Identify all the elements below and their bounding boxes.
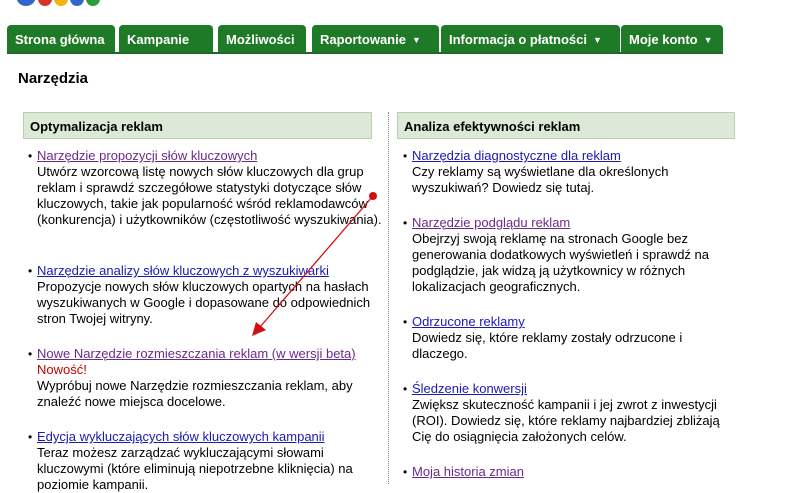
list-item: • Odrzucone reklamy Dowiedz się, które r… — [403, 314, 732, 362]
negative-keywords-link[interactable]: Edycja wykluczających słów kluczowych ka… — [37, 429, 325, 444]
column-divider — [388, 112, 389, 484]
bullet-icon: • — [403, 216, 408, 230]
item-description: Zwiększ skuteczność kampanii i jej zwrot… — [412, 397, 720, 444]
chevron-down-icon: ▼ — [592, 35, 602, 45]
search-keyword-analysis-tool-link[interactable]: Narzędzie analizy słów kluczowych z wysz… — [37, 263, 329, 278]
main-nav: Strona główna Kampanie Możliwości Raport… — [7, 25, 723, 54]
left-column-header: Optymalizacja reklam — [23, 112, 372, 139]
disapproved-ads-link[interactable]: Odrzucone reklamy — [412, 314, 525, 329]
bullet-icon: • — [403, 382, 408, 396]
item-description: Wypróbuj nowe Narzędzie rozmieszczania r… — [37, 378, 353, 409]
tab-billing[interactable]: Informacja o płatności ▼ — [441, 25, 620, 52]
bullet-icon: • — [403, 315, 408, 329]
item-description: Teraz możesz zarządzać wykluczającymi sł… — [37, 445, 353, 492]
tab-reporting[interactable]: Raportowanie ▼ — [312, 25, 439, 52]
list-item: • Narzędzie propozycji słów kluczowych U… — [28, 148, 382, 228]
chevron-down-icon: ▼ — [411, 35, 421, 45]
item-description: Utwórz wzorcową listę nowych słów kluczo… — [37, 164, 382, 227]
tab-label: Moje konto — [629, 32, 698, 47]
tab-my-account[interactable]: Moje konto ▼ — [621, 25, 723, 52]
bullet-icon: • — [28, 430, 33, 444]
tab-home[interactable]: Strona główna — [7, 25, 115, 52]
bullet-icon: • — [28, 149, 33, 163]
tab-label: Informacja o płatności — [449, 32, 587, 47]
tab-label: Raportowanie — [320, 32, 406, 47]
bullet-icon: • — [403, 149, 408, 163]
item-description: Dowiedz się, które reklamy zostały odrzu… — [412, 330, 683, 361]
keyword-suggestion-tool-link[interactable]: Narzędzie propozycji słów kluczowych — [37, 148, 257, 163]
list-item: • Narzędzie analizy słów kluczowych z wy… — [28, 263, 382, 327]
new-badge: Nowość! — [37, 362, 87, 377]
list-item: • Śledzenie konwersji Zwiększ skutecznoś… — [403, 381, 732, 445]
item-description: Czy reklamy są wyświetlane dla określony… — [412, 164, 669, 195]
list-item: • Moja historia zmian — [403, 464, 732, 480]
tab-opportunities[interactable]: Możliwości — [218, 25, 306, 52]
ad-diagnostic-tool-link[interactable]: Narzędzia diagnostyczne dla reklam — [412, 148, 621, 163]
google-logo — [16, 0, 116, 8]
list-item: • Nowe Narzędzie rozmieszczania reklam (… — [28, 346, 382, 410]
bullet-icon: • — [403, 465, 408, 479]
list-item: • Narzędzie podglądu reklam Obejrzyj swo… — [403, 215, 732, 295]
chevron-down-icon: ▼ — [703, 35, 713, 45]
conversion-tracking-link[interactable]: Śledzenie konwersji — [412, 381, 527, 396]
bullet-icon: • — [28, 347, 33, 361]
item-description: Propozycje nowych słów kluczowych oparty… — [37, 279, 371, 326]
ad-preview-tool-link[interactable]: Narzędzie podglądu reklam — [412, 215, 570, 230]
tab-label: Strona główna — [15, 32, 105, 47]
bullet-icon: • — [28, 264, 33, 278]
right-column-header: Analiza efektywności reklam — [397, 112, 735, 139]
page-title: Narzędzia — [18, 70, 89, 87]
item-description: Obejrzyj swoją reklamę na stronach Googl… — [412, 231, 709, 294]
placement-tool-link[interactable]: Nowe Narzędzie rozmieszczania reklam (w … — [37, 346, 356, 361]
list-item: • Edycja wykluczających słów kluczowych … — [28, 429, 382, 493]
tab-campaigns[interactable]: Kampanie — [119, 25, 213, 52]
tab-label: Możliwości — [226, 32, 295, 47]
list-item: • Narzędzia diagnostyczne dla reklam Czy… — [403, 148, 732, 196]
change-history-link[interactable]: Moja historia zmian — [412, 464, 524, 479]
tab-label: Kampanie — [127, 32, 190, 47]
